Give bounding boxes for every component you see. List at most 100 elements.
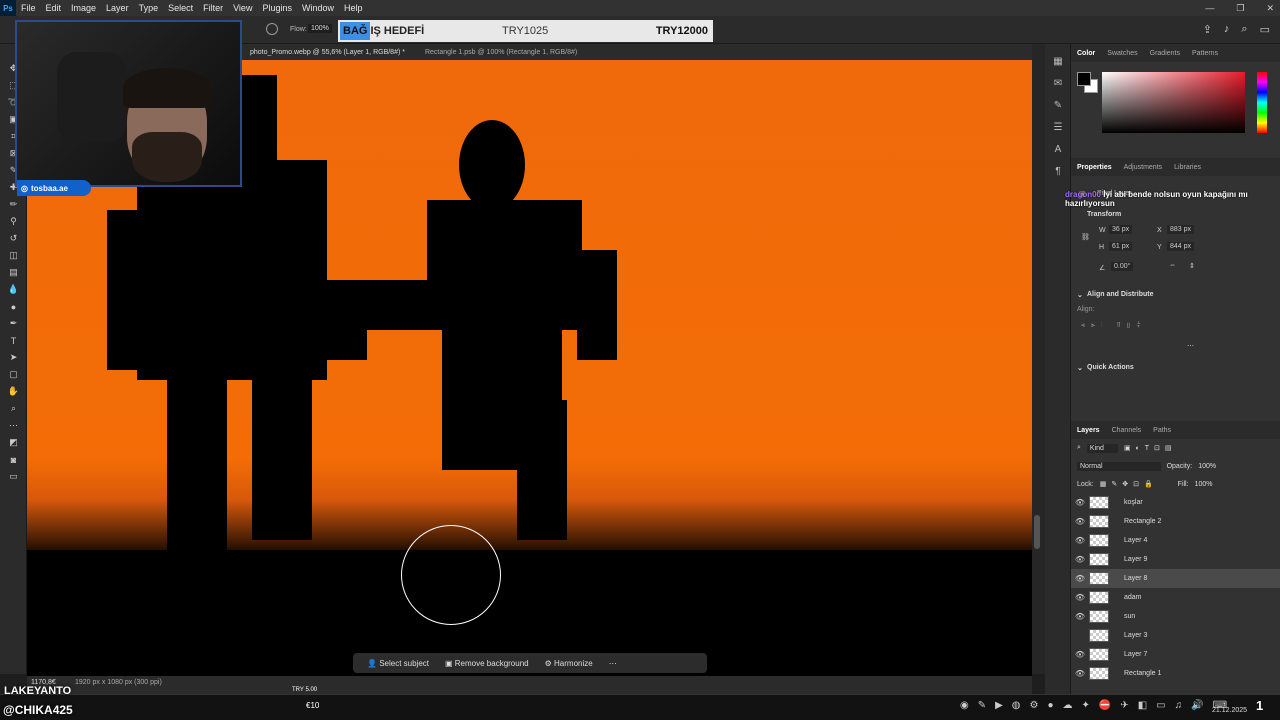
brush-tool-icon[interactable]: ✏: [0, 196, 27, 213]
y-input[interactable]: 844 px: [1167, 242, 1195, 251]
menu-plugins[interactable]: Plugins: [257, 3, 297, 13]
transform-header[interactable]: Transform: [1087, 211, 1121, 218]
minimize-icon[interactable]: —: [1205, 3, 1214, 13]
layer-row[interactable]: 👁 Rectangle 1: [1071, 664, 1280, 683]
screen-mode-icon[interactable]: ▭: [0, 468, 27, 485]
layer-row[interactable]: 👁 adam: [1071, 588, 1280, 607]
menu-edit[interactable]: Edit: [41, 3, 67, 13]
tab-patterns[interactable]: Patterns: [1192, 50, 1218, 57]
restore-icon[interactable]: ❐: [1236, 3, 1244, 14]
tab-swatches[interactable]: Swatches: [1107, 50, 1137, 57]
workspace-icon[interactable]: ▭: [1260, 23, 1270, 36]
menu-help[interactable]: Help: [339, 3, 368, 13]
zoom-tool-icon[interactable]: ⌕: [0, 400, 27, 417]
layer-row[interactable]: 👁 sun: [1071, 607, 1280, 626]
more-options-icon[interactable]: ⋯: [609, 659, 617, 668]
hue-slider[interactable]: [1257, 72, 1267, 133]
menu-type[interactable]: Type: [134, 3, 164, 13]
tab-color[interactable]: Color: [1077, 50, 1095, 57]
align-chevron-icon[interactable]: ⌄: [1077, 291, 1083, 299]
close-icon[interactable]: ✕: [1266, 3, 1274, 14]
layer-row[interactable]: 👁 Layer 9: [1071, 550, 1280, 569]
menu-image[interactable]: Image: [66, 3, 101, 13]
harmonize-button[interactable]: ⚙ Harmonize: [545, 659, 593, 668]
layer-row[interactable]: 👁 Layer 8: [1071, 569, 1280, 588]
brushes-icon[interactable]: ✎: [1045, 94, 1071, 116]
align-distribute-header[interactable]: Align and Distribute: [1087, 291, 1154, 298]
history-brush-icon[interactable]: ↺: [0, 230, 27, 247]
link-icon[interactable]: ⛓: [1081, 233, 1090, 241]
height-input[interactable]: 61 px: [1109, 242, 1133, 251]
color-swatches-icon[interactable]: ◩: [0, 434, 27, 451]
type-tool-icon[interactable]: T: [0, 332, 27, 349]
path-select-icon[interactable]: ➤: [0, 349, 27, 366]
visibility-eye-icon[interactable]: 👁: [1071, 612, 1089, 621]
history-icon[interactable]: ▦: [1045, 50, 1071, 72]
blend-mode-select[interactable]: Normal: [1077, 461, 1161, 471]
paragraph-icon[interactable]: ¶: [1045, 160, 1071, 182]
stamp-tool-icon[interactable]: ⚲: [0, 213, 27, 230]
tab-layers[interactable]: Layers: [1077, 427, 1100, 434]
menu-layer[interactable]: Layer: [101, 3, 134, 13]
align-buttons-icon[interactable]: ⫷⫸⫶ ⫪⫫⫩: [1081, 322, 1147, 330]
angle-input[interactable]: 0.00°: [1111, 262, 1134, 271]
visibility-eye-icon[interactable]: 👁: [1071, 536, 1089, 545]
opacity-input[interactable]: 100%: [1198, 463, 1216, 470]
comments-icon[interactable]: ✉: [1045, 72, 1071, 94]
menu-filter[interactable]: Filter: [198, 3, 228, 13]
tab-channels[interactable]: Channels: [1112, 427, 1142, 434]
share-icon[interactable]: ⇪: [1203, 23, 1212, 36]
width-input[interactable]: 36 px: [1109, 225, 1133, 234]
foreground-color-swatch[interactable]: [1077, 72, 1091, 86]
hand-tool-icon[interactable]: ✋: [0, 383, 27, 400]
tab-libraries[interactable]: Libraries: [1174, 164, 1201, 171]
eraser-tool-icon[interactable]: ◫: [0, 247, 27, 264]
lock-icons[interactable]: ▦✎✥⊡🔒: [1100, 480, 1158, 488]
visibility-eye-icon[interactable]: 👁: [1071, 669, 1089, 678]
search-icon[interactable]: ⌕: [1241, 23, 1247, 36]
layer-row[interactable]: 👁 Rectangle 2: [1071, 512, 1280, 531]
flip-vertical-icon[interactable]: ⇕: [1189, 262, 1195, 270]
visibility-eye-icon[interactable]: 👁: [1071, 517, 1089, 526]
character-icon[interactable]: A: [1045, 138, 1071, 160]
shape-tool-icon[interactable]: ▢: [0, 366, 27, 383]
brush-settings-icon[interactable]: [266, 23, 278, 35]
layer-row[interactable]: Layer 3: [1071, 626, 1280, 645]
tab-properties[interactable]: Properties: [1077, 164, 1112, 171]
gradient-tool-icon[interactable]: ▤: [0, 264, 27, 281]
color-picker-field[interactable]: [1102, 72, 1245, 133]
visibility-eye-icon[interactable]: 👁: [1071, 593, 1089, 602]
pen-tool-icon[interactable]: ✒: [0, 315, 27, 332]
more-tools-icon[interactable]: ⋯: [0, 417, 27, 434]
quick-mask-icon[interactable]: ◙: [0, 451, 27, 468]
layer-row[interactable]: 👁 Layer 7: [1071, 645, 1280, 664]
adjustments-icon[interactable]: ☰: [1045, 116, 1071, 138]
tray-icons[interactable]: ◉✎▶◍⚙●☁✦⛔✈◧▭♫🔊⌨: [960, 700, 1236, 711]
visibility-eye-icon[interactable]: 👁: [1071, 555, 1089, 564]
visibility-eye-icon[interactable]: 👁: [1071, 574, 1089, 583]
quick-actions-chevron-icon[interactable]: ⌄: [1077, 364, 1083, 372]
flip-horizontal-icon[interactable]: ⇔: [1169, 262, 1176, 269]
menu-select[interactable]: Select: [163, 3, 198, 13]
vertical-scroll-track[interactable]: [1032, 44, 1045, 674]
select-subject-button[interactable]: 👤 Select subject: [367, 659, 429, 668]
layer-row[interactable]: 👁 Layer 4: [1071, 531, 1280, 550]
layer-row[interactable]: 👁 koşlar: [1071, 493, 1280, 512]
visibility-eye-icon[interactable]: 👁: [1071, 498, 1089, 507]
kind-filter-select[interactable]: Kind: [1086, 443, 1118, 453]
flow-input[interactable]: 100%: [308, 24, 332, 33]
more-align-icon[interactable]: ⋯: [1187, 342, 1194, 350]
tab-rectangle[interactable]: Rectangle 1.psb @ 100% (Rectangle 1, RGB…: [415, 49, 587, 56]
vertical-scrollbar[interactable]: [1034, 515, 1040, 549]
menu-window[interactable]: Window: [297, 3, 339, 13]
tab-adjustments[interactable]: Adjustments: [1124, 164, 1163, 171]
fill-input[interactable]: 100%: [1195, 481, 1213, 488]
dodge-tool-icon[interactable]: ●: [0, 298, 27, 315]
filter-icons[interactable]: ▣◐T⊡▤: [1124, 444, 1177, 452]
menu-view[interactable]: View: [228, 3, 257, 13]
notification-icon[interactable]: ♪: [1224, 23, 1230, 36]
remove-background-button[interactable]: ▣ Remove background: [445, 659, 529, 668]
visibility-eye-icon[interactable]: 👁: [1071, 650, 1089, 659]
tab-gradients[interactable]: Gradients: [1150, 50, 1180, 57]
tab-paths[interactable]: Paths: [1153, 427, 1171, 434]
